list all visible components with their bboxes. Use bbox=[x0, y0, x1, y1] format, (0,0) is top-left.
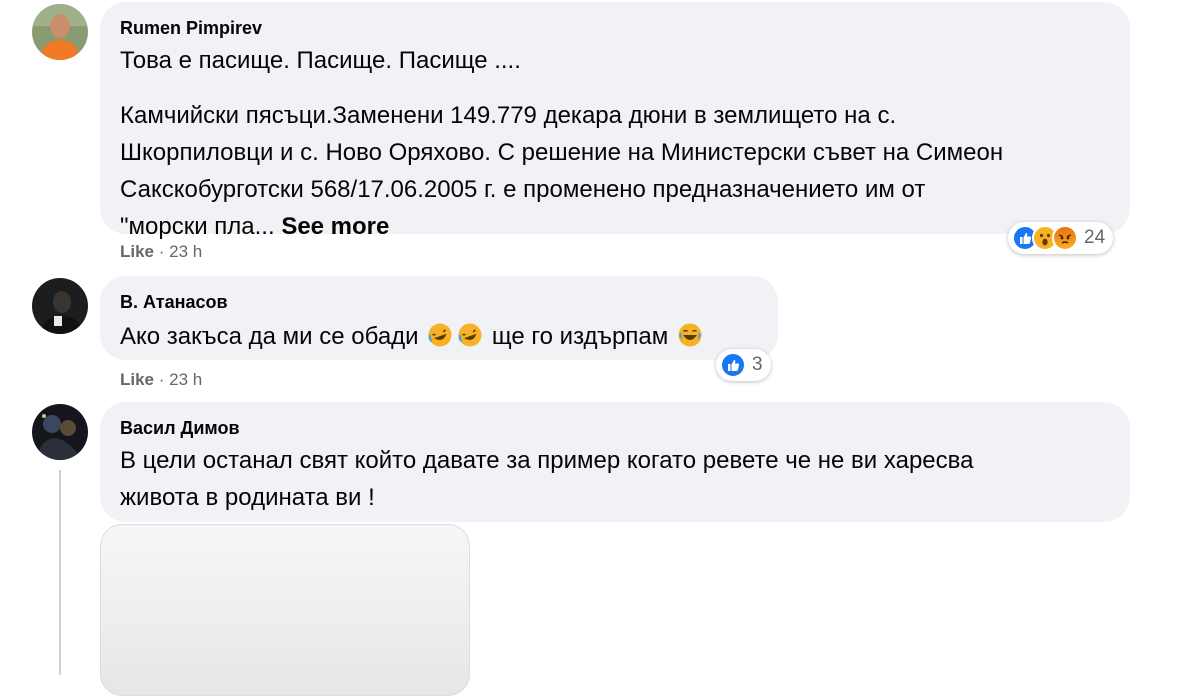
comment-text: В цели останал свят който давате за прим… bbox=[120, 442, 1110, 516]
avatar[interactable] bbox=[32, 4, 88, 60]
comment-text: Това е пасище. Пасище. Пасище .... Камчи… bbox=[120, 42, 1110, 245]
timestamp[interactable]: 23 h bbox=[169, 242, 202, 261]
thread-line bbox=[59, 470, 61, 675]
comment-line: Това е пасище. Пасище. Пасище .... bbox=[120, 47, 521, 74]
comment-author[interactable]: Rumen Pimpirev bbox=[120, 16, 1110, 40]
comment-text-part: ще го издърпам bbox=[491, 323, 669, 350]
laughing-emoji-icon bbox=[457, 322, 483, 348]
comment-line: В цели останал свят който давате за прим… bbox=[120, 447, 974, 474]
comment-author[interactable]: В. Атанасов bbox=[120, 290, 758, 314]
comment-actions: Like · 23 h bbox=[120, 242, 202, 262]
comment-bubble: Васил Димов В цели останал свят който да… bbox=[100, 402, 1130, 522]
timestamp[interactable]: 23 h bbox=[169, 370, 202, 389]
like-button[interactable]: Like bbox=[120, 370, 154, 389]
angry-icon bbox=[1052, 225, 1078, 251]
reaction-summary[interactable]: 24 bbox=[1008, 222, 1114, 254]
avatar[interactable] bbox=[32, 278, 88, 334]
separator: · bbox=[158, 242, 165, 261]
avatar[interactable] bbox=[32, 404, 88, 460]
comment-author[interactable]: Васил Димов bbox=[120, 416, 1110, 440]
like-icon bbox=[720, 352, 746, 378]
like-button[interactable]: Like bbox=[120, 242, 154, 261]
reaction-count: 3 bbox=[752, 354, 763, 375]
comment-text-part: Ако закъса да ми се обади bbox=[120, 323, 419, 350]
reaction-summary[interactable]: 3 bbox=[716, 349, 771, 381]
laughing-emoji-icon bbox=[427, 322, 453, 348]
separator: · bbox=[158, 370, 165, 389]
comment-line: Шкорпиловци и с. Ново Оряхово. С решение… bbox=[120, 139, 1004, 166]
reaction-count: 24 bbox=[1084, 227, 1106, 248]
comment-line: Сакскобурготски 568/17.06.2005 г. е пром… bbox=[120, 176, 926, 203]
comment-text: Ако закъса да ми се обади ще го издърпам bbox=[120, 318, 758, 355]
comment-bubble: В. Атанасов Ако закъса да ми се обади ще… bbox=[100, 276, 778, 360]
comment-bubble: Rumen Pimpirev Това е пасище. Пасище. Па… bbox=[100, 2, 1130, 240]
truncated-text: "морски пла... bbox=[120, 213, 275, 240]
laughing-emoji-icon bbox=[677, 322, 703, 348]
see-more-link[interactable]: See more bbox=[281, 213, 389, 240]
comment-actions: Like · 23 h bbox=[120, 370, 202, 390]
image-attachment[interactable] bbox=[100, 524, 470, 696]
comment-line: "морски пла... See more bbox=[120, 208, 1110, 245]
comment-line: Камчийски пясъци.Заменени 149.779 декара… bbox=[120, 102, 897, 129]
comment-line: живота в родината ви ! bbox=[120, 484, 375, 511]
